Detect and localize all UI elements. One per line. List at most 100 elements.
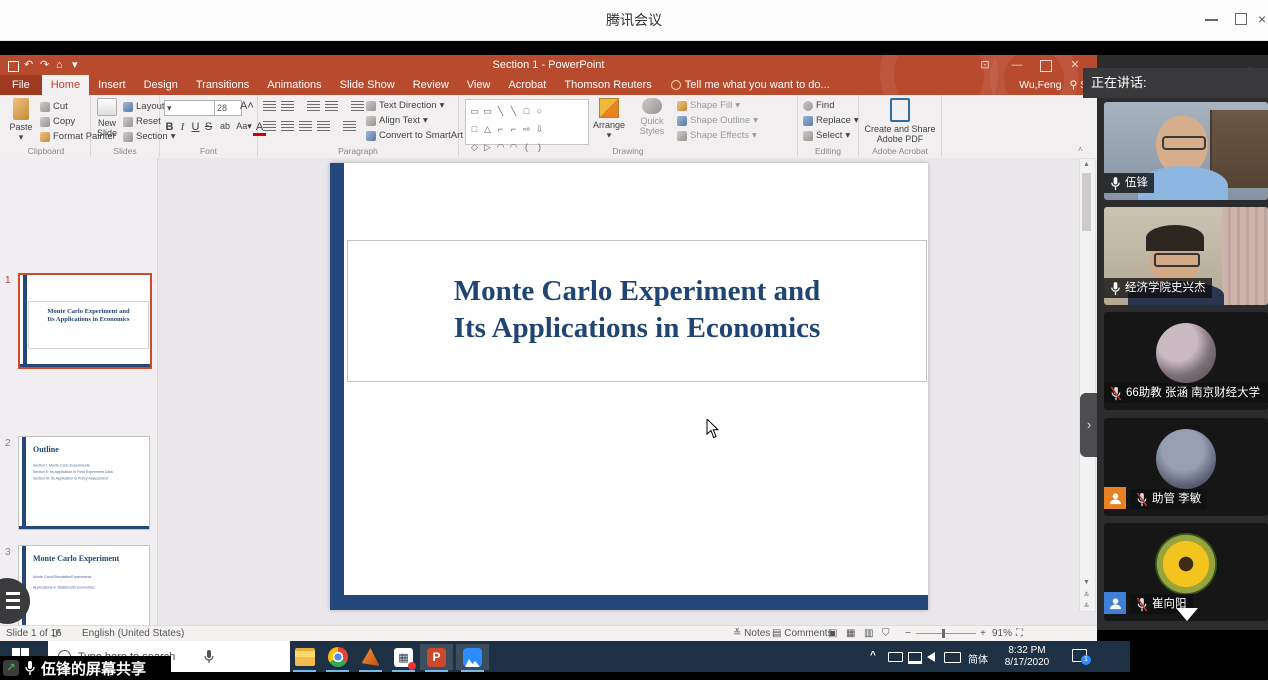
numbering-icon[interactable] (281, 101, 294, 111)
bold-button[interactable]: B (163, 121, 176, 136)
tab-thomson-reuters[interactable]: Thomson Reuters (555, 75, 660, 95)
new-slide-button[interactable]: New Slide (92, 98, 122, 138)
battery-icon[interactable] (888, 652, 903, 662)
zoom-out-icon[interactable]: − (905, 626, 911, 642)
font-name-input[interactable]: ▾ (164, 100, 216, 116)
quick-styles-button[interactable]: Quick Styles (631, 98, 673, 136)
italic-button[interactable]: I (176, 121, 189, 136)
network-icon[interactable] (908, 652, 922, 664)
find-button[interactable]: Find (803, 98, 859, 113)
tab-slide-show[interactable]: Slide Show (331, 75, 404, 95)
slide-title-placeholder[interactable]: Monte Carlo Experiment and Its Applicati… (347, 240, 927, 382)
shape-effects-button[interactable]: Shape Effects ▾ (677, 128, 758, 143)
strikethrough-button[interactable]: S (202, 121, 215, 136)
create-pdf-button[interactable]: Create and Share Adobe PDF (859, 98, 941, 144)
scroll-down-icon[interactable]: ▼ (1080, 579, 1093, 586)
vertical-scrollbar[interactable]: ▲ ▼ ≛ ≛ (1079, 158, 1096, 612)
video-tile[interactable]: 助管 李敏 (1104, 418, 1268, 516)
next-slide-icon[interactable]: ≛ (1080, 602, 1093, 610)
underline-button[interactable]: U (189, 121, 202, 136)
increase-indent-icon[interactable] (325, 101, 338, 111)
text-direction-button[interactable]: Text Direction ▾ (366, 98, 463, 113)
account-name[interactable]: Wu,Feng (1019, 75, 1061, 95)
align-left-icon[interactable] (263, 121, 276, 131)
justify-icon[interactable] (317, 121, 330, 131)
slideshow-icon[interactable]: ⛉ (882, 626, 890, 642)
video-tile[interactable]: 伍锋 (1104, 102, 1268, 200)
ppt-close-icon[interactable]: ✕ (1068, 59, 1082, 71)
replace-button[interactable]: Replace ▾ (803, 113, 859, 128)
select-button[interactable]: Select ▾ (803, 128, 859, 143)
chrome-icon[interactable] (321, 644, 354, 670)
grid-app-icon[interactable]: ▦ (387, 644, 420, 670)
tab-insert[interactable]: Insert (89, 75, 135, 95)
tab-home[interactable]: Home (42, 75, 89, 95)
ribbon-display-icon[interactable]: ⊡ (978, 59, 992, 71)
font-size-input[interactable]: 28 (214, 100, 242, 116)
slide-thumbnail-3[interactable]: Monte Carlo Experiment Monte Carlo/Simul… (18, 545, 150, 625)
align-text-button[interactable]: Align Text ▾ (366, 113, 463, 128)
spellcheck-icon[interactable]: ▯ˣ (52, 626, 61, 642)
clock-date[interactable]: 8/17/2020 (998, 657, 1056, 668)
language-indicator[interactable]: English (United States) (82, 626, 184, 642)
tray-expand-icon[interactable]: ^ (870, 650, 876, 661)
more-participants-icon[interactable] (1176, 608, 1198, 621)
scroll-up-icon[interactable]: ▲ (1080, 161, 1093, 168)
video-tile[interactable]: 66助教 张涵 南京财经大学 (1104, 312, 1268, 410)
meeting-app-icon[interactable] (456, 644, 489, 670)
minimize-icon[interactable] (1205, 19, 1218, 21)
zoom-in-icon[interactable]: + (980, 626, 986, 642)
chevron-right-icon[interactable]: › (1080, 393, 1097, 457)
slide-canvas[interactable]: Monte Carlo Experiment and Its Applicati… (330, 163, 928, 610)
notes-button[interactable]: ≚ Notes (733, 626, 770, 642)
previous-slide-icon[interactable]: ≛ (1080, 591, 1093, 599)
reading-view-icon[interactable]: ▥ (864, 626, 873, 642)
line-spacing-icon[interactable] (351, 101, 364, 111)
comments-button[interactable]: ▤ Comments (772, 626, 833, 642)
slide-sorter-icon[interactable]: ▦ (846, 626, 855, 642)
speaker-icon[interactable] (927, 652, 935, 662)
matlab-icon[interactable] (354, 644, 387, 670)
input-language[interactable]: 简体 (968, 651, 988, 666)
normal-view-icon[interactable]: ▣ (828, 626, 837, 642)
tab-file[interactable]: File (0, 75, 42, 95)
scrollbar-thumb[interactable] (1082, 173, 1091, 231)
slide-thumbnail-2[interactable]: Outline Section I: Monte Carlo Experimen… (18, 436, 150, 530)
restore-icon[interactable] (1235, 13, 1247, 25)
character-spacing-button[interactable]: ab (215, 121, 235, 136)
ppt-minimize-icon[interactable]: — (1010, 59, 1024, 71)
arrange-button[interactable]: Arrange▾ (589, 98, 629, 140)
paste-button[interactable]: Paste▾ (6, 98, 36, 142)
zoom-level[interactable]: 91% (992, 626, 1012, 642)
mic-icon[interactable] (204, 650, 214, 664)
tab-design[interactable]: Design (135, 75, 187, 95)
shape-outline-button[interactable]: Shape Outline ▾ (677, 113, 758, 128)
powerpoint-icon[interactable]: P (420, 644, 453, 670)
slide-thumbnail-1[interactable]: Monte Carlo Experiment and Its Applicati… (18, 273, 152, 369)
grow-font-icon[interactable]: A˄ (240, 100, 253, 112)
close-icon[interactable]: × (1258, 11, 1266, 27)
tab-view[interactable]: View (458, 75, 500, 95)
notification-icon[interactable]: 1 (1072, 649, 1087, 662)
tell-me-box[interactable]: Tell me what you want to do... (671, 75, 830, 95)
tab-review[interactable]: Review (404, 75, 458, 95)
shape-gallery[interactable]: ▭▭╲╲□○ □△⌐⌐⇨⇩ ◇▷◠◠() (465, 99, 589, 145)
video-tile[interactable]: 经济学院史兴杰 (1104, 207, 1268, 305)
clock-time[interactable]: 8:32 PM (998, 645, 1056, 656)
zoom-slider[interactable] (916, 626, 976, 642)
tab-animations[interactable]: Animations (258, 75, 330, 95)
shape-fill-button[interactable]: Shape Fill ▾ (677, 98, 758, 113)
columns-icon[interactable] (343, 121, 356, 131)
touch-keyboard-icon[interactable] (944, 652, 961, 663)
collapse-ribbon-icon[interactable]: ˄ (1078, 145, 1083, 154)
bullets-icon[interactable] (263, 101, 276, 111)
video-tile[interactable]: 崔向阳 (1104, 523, 1268, 621)
tab-transitions[interactable]: Transitions (187, 75, 258, 95)
change-case-button[interactable]: Aa▾ (235, 121, 253, 136)
ppt-restore-icon[interactable] (1040, 60, 1052, 72)
align-center-icon[interactable] (281, 121, 294, 131)
decrease-indent-icon[interactable] (307, 101, 320, 111)
convert-smartart-button[interactable]: Convert to SmartArt (366, 128, 463, 143)
fit-slide-icon[interactable]: ⛶ (1016, 626, 1023, 642)
file-explorer-icon[interactable] (288, 644, 321, 670)
